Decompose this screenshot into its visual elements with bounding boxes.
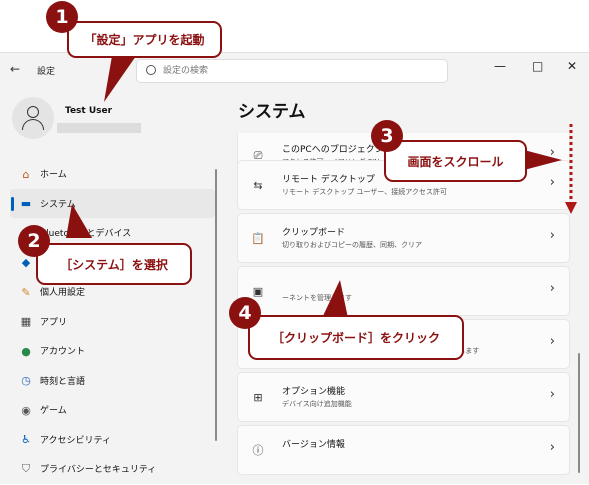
network-icon: ◆	[21, 256, 31, 269]
settings-card-3[interactable]: ▣ ーネントを管理します ›	[237, 266, 570, 316]
settings-card-5[interactable]: ⊞ オプション機能 デバイス向け追加機能 ›	[237, 372, 570, 422]
sidebar-item-label: ホーム	[40, 170, 67, 181]
back-button[interactable]: ←	[10, 62, 20, 76]
sidebar-item-label: ゲーム	[40, 406, 67, 417]
sidebar-nav: ⌂ホーム▬システムᛒBluetooth とデバイス◆ネットワークとインターネット…	[10, 159, 215, 484]
card-subtitle: デバイス向け追加機能	[282, 400, 352, 408]
chevron-right-icon: ›	[549, 440, 555, 455]
card-title: クリップボード	[282, 228, 346, 238]
sidebar-item-1[interactable]: ▬ システム	[10, 188, 215, 218]
avatar	[12, 97, 54, 139]
sidebar-item-7[interactable]: ◷ 時刻と言語	[10, 366, 215, 396]
avatar-head	[27, 106, 39, 118]
callout-2: ［システム］を選択	[36, 243, 192, 285]
chevron-right-icon: ›	[549, 145, 555, 160]
callout-3-badge: 3	[371, 120, 403, 152]
card-title: オプション機能	[282, 387, 346, 397]
chevron-right-icon: ›	[549, 387, 555, 402]
sidebar-item-label: プライバシーとセキュリティ	[40, 465, 157, 476]
card-title: バージョン情報	[282, 440, 345, 450]
search-placeholder: 設定の検索	[163, 66, 209, 76]
sidebar-item-label: 個人用設定	[40, 288, 86, 299]
home-icon: ⌂	[22, 167, 30, 181]
apps-icon: ▦	[20, 315, 32, 328]
search-input[interactable]: 設定の検索	[136, 59, 448, 83]
settings-list: ⎚このPCへのプロジェクションアクセス許可、ペアリング PIN、›⇆リモート デ…	[237, 133, 571, 485]
card-subtitle: リモート デスクトップ ユーザー、接続アクセス許可	[282, 188, 447, 196]
sidebar-scrollbar[interactable]	[215, 169, 217, 441]
chevron-right-icon: ›	[549, 281, 555, 296]
settings-card-6[interactable]: ⓘ バージョン情報 ›	[237, 425, 570, 475]
sidebar-item-label: アクセシビリティ	[40, 435, 112, 446]
callout-4-badge: 4	[229, 297, 261, 329]
components-icon: ▣	[252, 285, 264, 298]
user-email-redacted	[57, 123, 141, 133]
sidebar-item-label: システム	[40, 199, 76, 210]
search-icon	[146, 65, 156, 75]
game-icon: ◉	[21, 403, 31, 417]
optional-features-icon: ⊞	[253, 391, 263, 404]
sidebar-item-10[interactable]: ⛉ プライバシーとセキュリティ	[10, 454, 215, 484]
callout-1-text: 「設定」アプリを起動	[84, 33, 205, 47]
clipboard-icon: 📋	[251, 232, 265, 245]
callout-2-text: ［システム］を選択	[60, 257, 168, 272]
remote-desktop-icon: ⇆	[253, 179, 263, 192]
card-title: リモート デスクトップ	[282, 175, 375, 185]
user-name: Test User	[65, 106, 113, 116]
callout-3-text: 画面をスクロール	[407, 154, 504, 169]
accessibility-icon: ♿	[21, 433, 31, 446]
callout-1: 「設定」アプリを起動	[67, 21, 222, 58]
callout-4: ［クリップボード］をクリック	[248, 315, 464, 360]
sidebar-item-label: アカウント	[40, 347, 86, 358]
time-language-icon: ◷	[21, 374, 31, 387]
callout-2-badge: 2	[18, 225, 50, 257]
sidebar-item-6[interactable]: ● アカウント	[10, 336, 215, 366]
chevron-right-icon: ›	[549, 175, 555, 190]
sidebar-item-9[interactable]: ♿ アクセシビリティ	[10, 425, 215, 455]
titlebar: ← 設定 設定の検索 — □ ✕	[0, 53, 589, 87]
system-monitor-icon: ▬	[20, 197, 32, 210]
sidebar-item-8[interactable]: ◉ ゲーム	[10, 395, 215, 425]
info-icon: ⓘ	[252, 444, 264, 457]
close-button[interactable]: ✕	[567, 59, 577, 73]
sidebar-item-5[interactable]: ▦ アプリ	[10, 307, 215, 337]
brush-icon: ✎	[21, 285, 31, 299]
sidebar-item-label: 時刻と言語	[40, 376, 86, 387]
card-subtitle: ーネントを管理します	[282, 294, 352, 302]
shield-icon: ⛉	[21, 462, 31, 475]
page-title: システム	[238, 102, 306, 122]
account-icon: ●	[21, 344, 31, 358]
maximize-button[interactable]: □	[532, 59, 543, 73]
card-subtitle: 切り取りおよびコピーの履歴、同期、クリア	[282, 241, 422, 249]
sidebar-item-0[interactable]: ⌂ ホーム	[10, 159, 215, 189]
content-scrollbar[interactable]	[578, 353, 580, 473]
settings-card-2[interactable]: 📋 クリップボード切り取りおよびコピーの履歴、同期、クリア ›	[237, 213, 570, 263]
callout-4-text: ［クリップボード］をクリック	[271, 331, 440, 345]
chevron-right-icon: ›	[549, 228, 555, 243]
callout-3: 画面をスクロール	[384, 140, 527, 182]
callout-1-badge: 1	[46, 1, 78, 33]
app-title: 設定	[37, 67, 56, 77]
minimize-button[interactable]: —	[494, 59, 506, 73]
sidebar-item-label: Bluetooth とデバイス	[40, 229, 132, 240]
avatar-body	[22, 119, 44, 130]
chevron-right-icon: ›	[549, 334, 555, 349]
sidebar-item-label: アプリ	[40, 317, 68, 328]
